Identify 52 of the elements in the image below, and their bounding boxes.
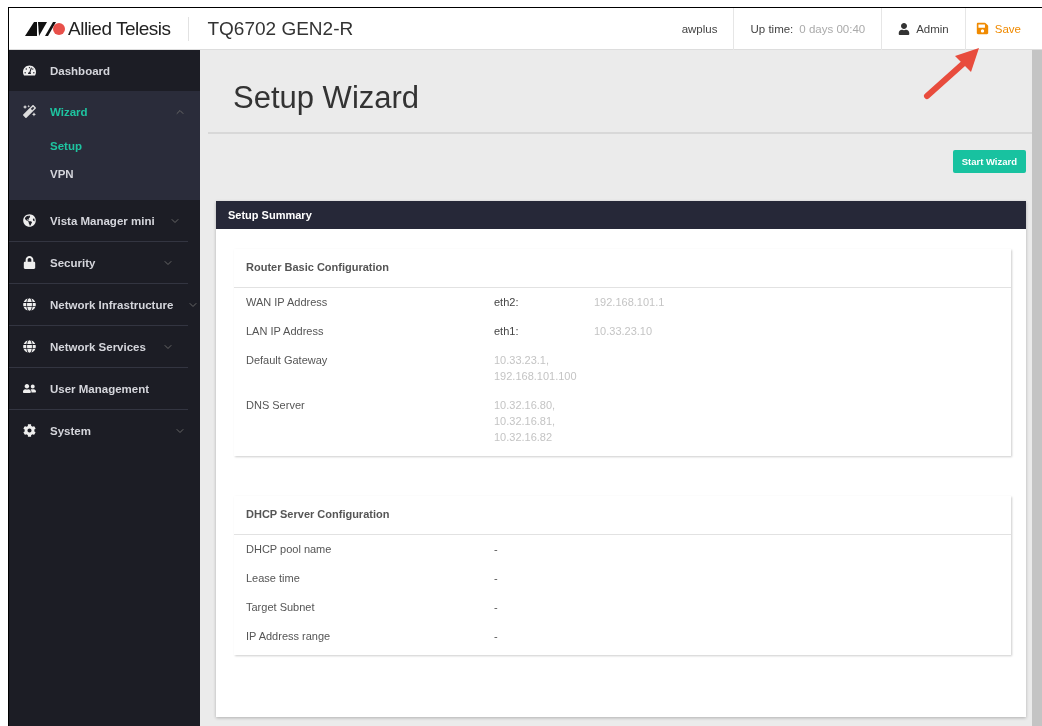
field-value: - (494, 571, 499, 586)
field-label: IP Address range (246, 629, 332, 644)
field-value: 10.32.16.80, (494, 398, 557, 413)
panel-title: DHCP Server Configuration (234, 496, 1011, 535)
gauge-icon (23, 64, 36, 77)
field-value: - (494, 600, 499, 615)
gear-icon (23, 424, 36, 437)
port-label: eth2: (494, 295, 520, 310)
field-value: 10.33.23.1, (494, 353, 551, 368)
card-title: Setup Summary (216, 201, 1026, 229)
sidebar-item[interactable]: Security (50, 256, 148, 269)
sidebar-item[interactable]: Network Services (50, 340, 148, 353)
user-name[interactable]: Admin (916, 22, 949, 35)
logo-icon (25, 21, 65, 36)
field-label: WAN IP Address (246, 295, 329, 310)
globe-icon (23, 214, 36, 227)
field-value: 192.168.101.100 (494, 369, 578, 384)
field-value: - (494, 629, 499, 644)
field-label: LAN IP Address (246, 324, 325, 339)
brand-name: Allied Telesis (68, 17, 171, 40)
field-label: DNS Server (246, 398, 306, 413)
port-label: eth1: (494, 324, 520, 339)
users-icon (23, 382, 36, 395)
field-label: DHCP pool name (246, 542, 333, 557)
field-value: - (494, 542, 499, 557)
field-label: Default Gateway (246, 353, 329, 368)
sidebar-subitem[interactable]: VPN (9, 160, 200, 188)
hostname: awplus (681, 22, 718, 35)
wand-icon (23, 105, 36, 118)
uptime-label: Up time: (750, 22, 794, 35)
page-title: Setup Wizard (233, 80, 421, 116)
panel-title: Router Basic Configuration (234, 249, 1011, 288)
save-icon (975, 22, 989, 35)
field-value: 10.32.16.81, (494, 414, 557, 429)
globe-icon (23, 340, 36, 353)
field-value: 10.33.23.10 (594, 324, 654, 339)
globe-icon (23, 298, 36, 311)
field-value: 192.168.101.1 (594, 295, 666, 310)
lock-icon (23, 256, 36, 269)
uptime-value: 0 days 00:40 (799, 22, 866, 35)
sidebar-item[interactable]: Wizard (50, 105, 160, 118)
sidebar-item[interactable]: Dashboard (50, 64, 186, 77)
user-icon (898, 22, 911, 35)
field-label: Target Subnet (246, 600, 316, 615)
field-value: 10.32.16.82 (494, 430, 554, 445)
sidebar-subitem[interactable]: Setup (9, 132, 200, 160)
sidebar-item[interactable]: User Management (50, 382, 174, 395)
sidebar-item[interactable]: Vista Manager mini (50, 214, 155, 227)
sidebar-item[interactable]: Network Infrastructure (50, 298, 174, 311)
device-name: TQ6702 GEN2-R (207, 17, 355, 40)
sidebar-item[interactable]: System (50, 424, 160, 437)
field-label: Lease time (246, 571, 301, 586)
